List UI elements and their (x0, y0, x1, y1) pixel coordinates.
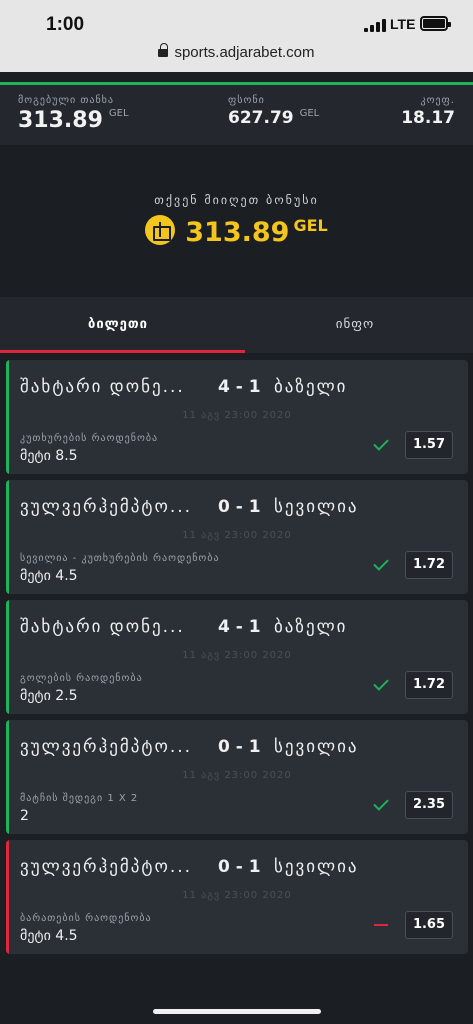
stake-summary: მოგებული თანხა 313.89 GEL (18, 95, 129, 133)
away-team: ბაზელი (274, 377, 348, 397)
url-text: sports.adjarabet.com (174, 44, 315, 61)
active-tab-indicator (0, 350, 245, 353)
home-team: ვულვერჰემპტო... (20, 497, 193, 517)
match-score: 4 - 1 (218, 377, 261, 397)
odd-box: 1.72 (405, 671, 453, 699)
bonus-label: თქვენ მიიღეთ ბონუსი (154, 193, 319, 207)
lost-icon (374, 924, 388, 926)
bonus-panel: თქვენ მიიღეთ ბონუსი 313.89 GEL (0, 145, 473, 297)
home-team: ვულვერჰემპტო... (20, 737, 193, 757)
market-name: ბარათების რაოდენობა (20, 913, 152, 924)
market-name: კუთხურების რაოდენობა (20, 433, 159, 444)
battery-icon (420, 16, 451, 31)
away-team: სევილია (274, 737, 359, 757)
tab-bar: ბილეთი ინფო (0, 297, 473, 353)
market-name: სევილია - კუთხურების რაოდენობა (20, 553, 220, 564)
bonus-amount: 313.89 (185, 217, 290, 248)
status-time: 1:00 (46, 14, 85, 35)
match-score: 4 - 1 (218, 617, 261, 637)
match-score: 0 - 1 (218, 737, 261, 757)
win-value: 627.79 (228, 108, 294, 128)
network-label: LTE (390, 16, 416, 32)
win-unit: GEL (299, 108, 320, 119)
match-date: 11 აგვ 23:00 2020 (182, 770, 292, 781)
bet-card[interactable]: შახტარი დონე... 4 - 1 ბაზელი 11 აგვ 23:0… (6, 600, 468, 714)
bet-card[interactable]: შახტარი დონე... 4 - 1 ბაზელი 11 აგვ 23:0… (6, 360, 468, 474)
status-bar: 1:00 LTE sports.adjarabet.com (0, 0, 473, 72)
match-date: 11 აგვ 23:00 2020 (182, 410, 292, 421)
check-icon (373, 435, 389, 451)
odds-summary: კოეფ. 18.17 (401, 95, 455, 128)
bet-card[interactable]: ვულვერჰემპტო... 0 - 1 სევილია 11 აგვ 23:… (6, 480, 468, 594)
home-team: შახტარი დონე... (20, 617, 185, 637)
odds-label: კოეფ. (420, 95, 455, 106)
signal-icon (364, 18, 386, 32)
win-label: ფსონი (228, 95, 265, 106)
gift-icon (145, 215, 176, 245)
match-date: 11 აგვ 23:00 2020 (182, 890, 292, 901)
match-score: 0 - 1 (218, 497, 261, 517)
selection: მეტი 2.5 (20, 688, 78, 704)
stake-label: მოგებული თანხა (18, 95, 114, 106)
address-bar[interactable]: sports.adjarabet.com (0, 43, 473, 61)
market-name: გოლების რაოდენობა (20, 673, 143, 684)
home-indicator[interactable] (153, 1009, 321, 1014)
selection: მეტი 4.5 (20, 568, 78, 584)
away-team: სევილია (274, 857, 359, 877)
selection: მეტი 8.5 (20, 448, 78, 464)
home-team: შახტარი დონე... (20, 377, 185, 397)
check-icon (373, 675, 389, 691)
bet-card[interactable]: ვულვერჰემპტო... 0 - 1 სევილია 11 აგვ 23:… (6, 720, 468, 834)
tab-bets[interactable]: ბილეთი (0, 297, 236, 353)
away-team: სევილია (274, 497, 359, 517)
bet-card[interactable]: ვულვერჰემპტო... 0 - 1 სევილია 11 აგვ 23:… (6, 840, 468, 954)
stake-value: 313.89 (18, 108, 103, 133)
selection: მეტი 4.5 (20, 928, 78, 944)
odd-box: 2.35 (405, 791, 453, 819)
match-date: 11 აგვ 23:00 2020 (182, 650, 292, 661)
tab-info[interactable]: ინფო (237, 297, 473, 353)
odd-box: 1.57 (405, 431, 453, 459)
lock-icon (158, 43, 169, 58)
home-team: ვულვერჰემპტო... (20, 857, 193, 877)
bonus-unit: GEL (293, 216, 328, 235)
selection: 2 (20, 808, 29, 824)
check-icon (373, 555, 389, 571)
odds-value: 18.17 (401, 108, 455, 128)
bet-summary: მოგებული თანხა 313.89 GEL ფსონი 627.79 GEL… (0, 85, 473, 145)
odd-box: 1.72 (405, 551, 453, 579)
check-icon (373, 795, 389, 811)
stake-unit: GEL (108, 108, 129, 119)
match-score: 0 - 1 (218, 857, 261, 877)
away-team: ბაზელი (274, 617, 348, 637)
win-summary: ფსონი 627.79 GEL (228, 95, 319, 128)
match-date: 11 აგვ 23:00 2020 (182, 530, 292, 541)
odd-box: 1.65 (405, 911, 453, 939)
market-name: მატჩის შედეგი 1 X 2 (20, 793, 139, 804)
